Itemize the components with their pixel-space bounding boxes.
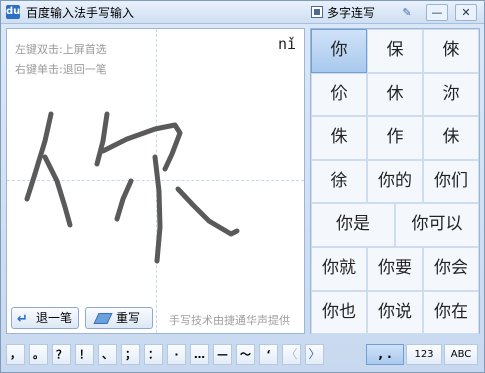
candidate-cell[interactable]: 徐 [311,159,367,204]
multi-char-checkbox[interactable] [311,6,323,18]
punctuation-button[interactable]: · [167,344,186,365]
rewrite-button[interactable]: 重写 [85,307,153,329]
punctuation-button[interactable]: ； [121,344,140,365]
candidate-cell[interactable]: 你说 [367,290,423,335]
undo-stroke-label: 退一笔 [36,311,73,325]
title-bar[interactable]: du 百度输入法手写输入 多字连写 ✎ — ✕ [1,1,484,24]
minimize-button[interactable]: — [426,4,448,21]
mode-button[interactable]: ABC [444,344,478,365]
candidate-grid: 你保倈伱休沵侏作佅徐你的 你们 你是 你可以 你就 你要 你会你也 你说 你在 [310,28,480,335]
candidate-cell[interactable]: 作 [367,116,423,160]
prev-page-icon[interactable]: 〈 [282,344,301,365]
credit-text: 手写技术由捷通华声提供 [169,314,290,327]
stroke-3 [94,111,110,167]
candidate-cell[interactable]: 休 [367,72,423,117]
punctuation-button[interactable]: ！ [75,344,94,365]
punctuation-button[interactable]: — [213,344,232,365]
candidate-cell[interactable]: 倈 [423,29,479,73]
candidate-cell[interactable]: 你要 [367,247,423,291]
stroke-5 [152,154,163,264]
stroke-2 [42,154,73,228]
candidate-cell[interactable]: 你 [311,29,367,73]
punctuation-button[interactable]: ～ [236,344,255,365]
bottom-toolbar: ，。？！、；： ·… — ～ ‘〈〉 , . 123 ABC [6,342,480,368]
punctuation-button[interactable]: ， [6,344,25,365]
candidate-cell[interactable]: 侏 [311,116,367,160]
undo-arrow-icon: ↵ [17,312,28,327]
punctuation-button[interactable]: ： [144,344,163,365]
punctuation-button[interactable]: ？ [52,344,71,365]
candidate-cell[interactable]: 你也 [311,290,367,335]
handwritten-strokes [24,111,240,264]
candidate-cell[interactable]: 沵 [423,72,479,117]
window-title: 百度输入法手写输入 [26,6,135,20]
candidate-cell[interactable]: 你就 [311,247,367,291]
candidate-cell[interactable]: 你可以 [395,203,479,247]
rewrite-label: 重写 [116,311,141,325]
candidate-cell[interactable]: 保 [367,29,423,73]
multi-char-label[interactable]: 多字连写 [327,4,375,21]
candidate-cell[interactable]: 你的 [367,159,423,204]
candidate-cell[interactable]: 你会 [423,247,479,291]
eraser-icon [93,313,113,324]
mode-button[interactable]: , . [366,344,404,365]
stroke-4 [100,122,183,172]
candidate-cell[interactable]: 伱 [311,72,367,117]
punctuation-button[interactable]: 、 [98,344,117,365]
mode-button[interactable]: 123 [406,344,442,365]
stroke-6 [114,178,134,222]
punctuation-button[interactable]: 。 [29,344,48,365]
candidate-cell[interactable]: 佅 [423,116,479,160]
candidate-cell[interactable]: 你们 [423,159,479,204]
stroke-7 [175,186,240,237]
candidate-cell[interactable]: 你是 [311,203,395,247]
close-button[interactable]: ✕ [455,4,477,21]
baidu-logo-icon: du [6,5,21,19]
handwriting-window: du 百度输入法手写输入 多字连写 ✎ — ✕ 左键双击:上屏首选 右键单击:退… [0,0,485,373]
next-page-icon[interactable]: 〉 [305,344,324,365]
undo-stroke-button[interactable]: ↵ 退一笔 [11,307,79,329]
pin-icon[interactable]: ✎ [396,4,418,21]
candidate-cell[interactable]: 你在 [423,290,479,335]
punctuation-button[interactable]: … [190,344,209,365]
punctuation-button[interactable]: ‘ [259,344,278,365]
writing-pad[interactable]: 左键双击:上屏首选 右键单击:退回一笔 nǐ ↵ 退一笔 重写 手写技术由捷通华… [6,28,305,334]
